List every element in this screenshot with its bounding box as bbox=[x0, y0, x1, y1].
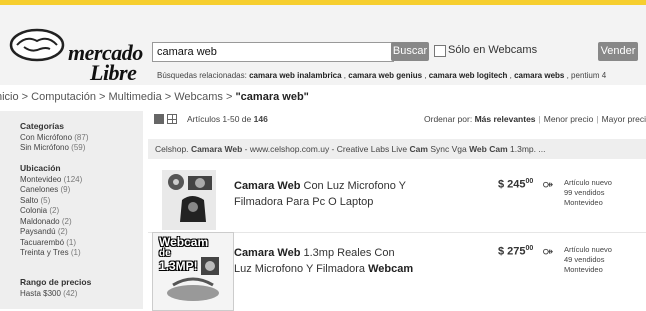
badge-text: Webcam de 1.3MP! bbox=[159, 235, 209, 273]
product-title[interactable]: Camara Web Con Luz Microfono Y Filmadora… bbox=[234, 178, 414, 210]
grid-view-icon[interactable] bbox=[167, 114, 177, 124]
related-link[interactable]: pentium 4 bbox=[571, 71, 606, 80]
filter-categorias: Categorías Con Micrófono (87) Sin Micróf… bbox=[20, 121, 89, 154]
sort-relevance[interactable]: Más relevantes bbox=[475, 114, 536, 124]
sell-button[interactable]: Vender bbox=[598, 42, 638, 61]
logo-wordmark: mercado Libre bbox=[68, 42, 143, 85]
filter-item[interactable]: Hasta $300 (42) bbox=[20, 289, 91, 300]
sponsored-link[interactable]: Celshop. Camara Web - www.celshop.com.uy… bbox=[148, 139, 646, 159]
filter-item[interactable]: Paysandú (2) bbox=[20, 227, 82, 238]
product-sold: 49 vendidos bbox=[564, 255, 605, 264]
filter-ubicacion: Ubicación Montevideo (124) Canelones (9)… bbox=[20, 163, 82, 259]
list-view-icon[interactable] bbox=[154, 114, 164, 124]
product-price: $ 27500 bbox=[498, 245, 534, 258]
result-item[interactable]: Camara Web Con Luz Microfono Y Filmadora… bbox=[148, 166, 646, 232]
sort-lowest-price[interactable]: Menor precio bbox=[544, 114, 594, 124]
webcam-product-image bbox=[162, 170, 216, 230]
breadcrumb: nicio > Computación > Multimedia > Webca… bbox=[0, 91, 309, 103]
filter-item[interactable]: Colonia (2) bbox=[20, 206, 82, 217]
filter-precios: Rango de precios Hasta $300 (42) bbox=[20, 277, 91, 299]
product-location: Montevideo bbox=[564, 265, 603, 274]
filter-item[interactable]: Montevideo (124) bbox=[20, 175, 82, 186]
sort-highest-price[interactable]: Mayor precio bbox=[602, 114, 646, 124]
filter-item[interactable]: Con Micrófono (87) bbox=[20, 133, 89, 144]
filter-title: Rango de precios bbox=[20, 277, 92, 287]
breadcrumb-current: "camara web" bbox=[235, 91, 309, 103]
filter-title: Ubicación bbox=[20, 163, 61, 173]
filters-sidebar: Categorías Con Micrófono (87) Sin Micróf… bbox=[0, 111, 143, 309]
related-searches: Búsquedas relacionadas: camara web inala… bbox=[157, 71, 607, 80]
product-title[interactable]: Camara Web 1.3mp Reales Con Luz Microfon… bbox=[234, 245, 414, 277]
sort-options: Ordenar por: Más relevantes | Menor precio… bbox=[424, 114, 646, 124]
filter-item[interactable]: Salto (5) bbox=[20, 196, 82, 207]
related-prefix: Búsquedas relacionadas: bbox=[157, 71, 247, 80]
filter-item[interactable]: Maldonado (2) bbox=[20, 217, 82, 228]
related-link[interactable]: camara web logitech bbox=[429, 71, 508, 80]
search-button[interactable]: Buscar bbox=[391, 42, 429, 61]
filter-item[interactable]: Treinta y Tres (1) bbox=[20, 248, 82, 259]
filter-item[interactable]: Tacuarembó (1) bbox=[20, 238, 82, 249]
mercadolibre-logo[interactable]: mercado Libre bbox=[8, 23, 143, 84]
related-link[interactable]: camara web genius bbox=[348, 71, 422, 80]
product-sold: 99 vendidos bbox=[564, 188, 605, 197]
logo-line2: Libre bbox=[90, 60, 137, 85]
results-toolbar: Artículos 1-50 de 146 Ordenar por: Más r… bbox=[148, 111, 646, 131]
webcams-only-label[interactable]: Sólo en Webcams bbox=[448, 44, 537, 56]
product-location: Montevideo bbox=[564, 198, 603, 207]
product-condition: Artículo nuevo bbox=[564, 178, 612, 187]
header: mercado Libre camara web Buscar Sólo en … bbox=[0, 5, 646, 85]
handshake-logo-icon bbox=[9, 28, 65, 62]
filter-title: Categorías bbox=[20, 121, 64, 131]
product-meta: Artículo nuevo 99 vendidos Montevideo bbox=[564, 178, 612, 208]
filter-item[interactable]: Canelones (9) bbox=[20, 185, 82, 196]
filter-item[interactable]: Sin Micrófono (59) bbox=[20, 143, 89, 154]
product-price: $ 24500 bbox=[498, 178, 534, 191]
product-meta: Artículo nuevo 49 vendidos Montevideo bbox=[564, 245, 612, 275]
medal-icon: ⚩ bbox=[543, 245, 554, 259]
results-count: Artículos 1-50 de 146 bbox=[187, 114, 268, 124]
product-thumbnail[interactable]: Webcam de 1.3MP! bbox=[152, 232, 234, 311]
related-link[interactable]: camara web inalambrica bbox=[249, 71, 342, 80]
product-thumbnail[interactable] bbox=[162, 170, 216, 230]
search-input[interactable]: camara web bbox=[152, 42, 394, 62]
sort-label: Ordenar por: bbox=[424, 114, 473, 124]
medal-icon: ⚩ bbox=[543, 178, 554, 192]
product-condition: Artículo nuevo bbox=[564, 245, 612, 254]
related-link[interactable]: camara webs bbox=[514, 71, 564, 80]
webcams-only-checkbox[interactable] bbox=[434, 45, 446, 57]
breadcrumb-trail[interactable]: nicio > Computación > Multimedia > Webca… bbox=[0, 91, 235, 103]
